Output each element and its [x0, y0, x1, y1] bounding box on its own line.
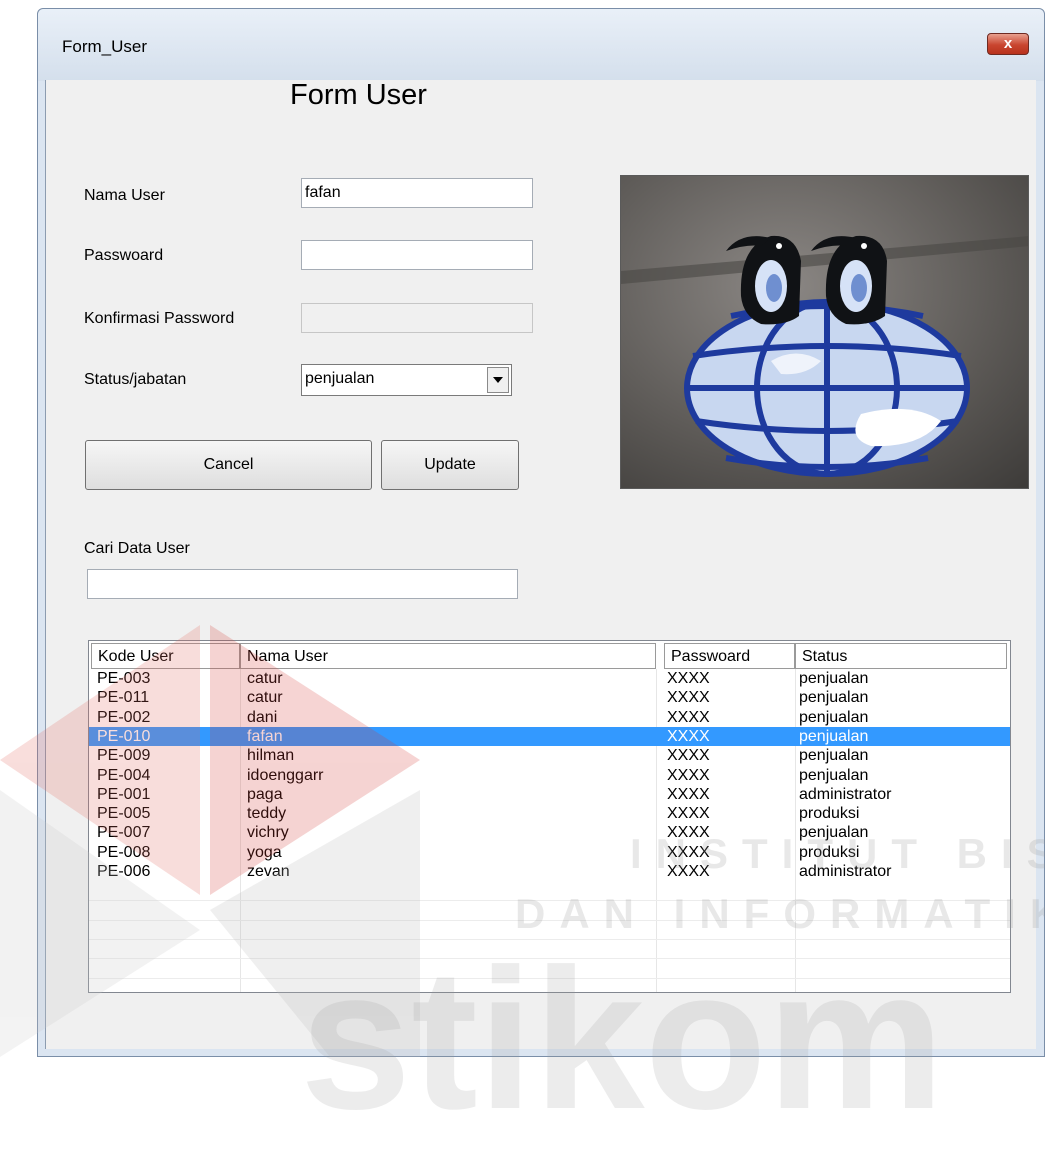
table-row[interactable]: PE-008 yoga XXXX produksi — [89, 843, 1010, 862]
cell-nama-user: hilman — [247, 747, 295, 765]
table-row[interactable]: PE-001 paga XXXX administrator — [89, 785, 1010, 804]
table-row[interactable]: PE-006 zevan XXXX administrator — [89, 862, 1010, 881]
cell-kode-user: PE-005 — [97, 805, 151, 823]
cell-passwoard: XXXX — [667, 863, 710, 880]
cell-kode-user: PE-004 — [97, 766, 151, 784]
table-row[interactable]: PE-003 catur XXXX penjualan — [89, 669, 1010, 688]
cell-nama-user: teddy — [247, 805, 287, 823]
status-jabatan-dropdown[interactable]: penjualan — [301, 364, 512, 396]
table-row[interactable]: PE-009 hilman XXXX penjualan — [89, 746, 1010, 765]
cell-nama-user: vichry — [247, 824, 289, 842]
title-bar[interactable]: Form_User x — [38, 9, 1044, 81]
cell-passwoard: XXXX — [667, 727, 710, 745]
cell-status: penjualan — [799, 727, 869, 745]
close-button[interactable]: x — [987, 33, 1029, 55]
empty-row-line — [89, 919, 1010, 921]
table-row[interactable]: PE-007 vichry XXXX penjualan — [89, 823, 1010, 842]
cell-passwoard: XXXX — [667, 805, 710, 823]
cell-status: penjualan — [799, 670, 869, 687]
empty-row-line — [89, 900, 1010, 902]
cell-status: produksi — [799, 805, 860, 823]
cell-nama-user: catur — [247, 689, 283, 707]
cell-passwoard: XXXX — [667, 747, 710, 765]
cell-status: administrator — [799, 785, 892, 803]
table-row[interactable]: PE-005 teddy XXXX produksi — [89, 804, 1010, 823]
cell-nama-user: paga — [247, 785, 283, 803]
cell-kode-user: PE-009 — [97, 747, 151, 765]
cell-kode-user: PE-011 — [97, 689, 150, 707]
column-header-passwoard[interactable]: Passwoard — [664, 643, 795, 669]
close-icon: x — [1003, 35, 1013, 52]
nama-user-label: Nama User — [84, 187, 165, 204]
password-field[interactable] — [301, 240, 533, 270]
form-heading: Form User — [290, 79, 427, 111]
cell-status: administrator — [799, 863, 892, 880]
update-button[interactable]: Update — [381, 440, 519, 490]
chevron-down-icon — [493, 377, 503, 383]
cell-kode-user: PE-002 — [97, 708, 151, 726]
cell-passwoard: XXXX — [667, 843, 710, 861]
table-row[interactable]: PE-002 dani XXXX penjualan — [89, 708, 1010, 727]
cari-data-user-label: Cari Data User — [84, 540, 190, 557]
user-list-view[interactable]: Kode User Nama User Passwoard Status PE-… — [88, 640, 1011, 993]
table-row[interactable]: PE-010 fafan XXXX penjualan — [89, 726, 1010, 746]
cell-passwoard: XXXX — [667, 708, 710, 726]
search-user-input[interactable] — [87, 569, 518, 599]
cell-passwoard: XXXX — [667, 785, 710, 803]
cell-nama-user: idoenggarr — [247, 766, 324, 784]
table-row[interactable]: PE-011 catur XXXX penjualan — [89, 688, 1010, 707]
cancel-button[interactable]: Cancel — [85, 440, 372, 490]
status-jabatan-label: Status/jabatan — [84, 371, 187, 388]
cell-kode-user: PE-001 — [97, 785, 151, 803]
cell-nama-user: yoga — [247, 843, 282, 861]
window-title: Form_User — [62, 37, 148, 56]
cell-nama-user: dani — [247, 708, 278, 726]
cell-nama-user: zevan — [247, 863, 290, 880]
column-header-kode-user[interactable]: Kode User — [91, 643, 240, 669]
cell-passwoard: XXXX — [667, 670, 710, 687]
table-row[interactable]: PE-004 idoenggarr XXXX penjualan — [89, 766, 1010, 785]
konfirmasi-password-label: Konfirmasi Password — [84, 310, 235, 327]
cell-nama-user: fafan — [247, 727, 283, 745]
cell-status: penjualan — [799, 824, 869, 842]
cell-kode-user: PE-008 — [97, 843, 151, 861]
empty-row-line — [89, 958, 1010, 960]
nama-user-field[interactable] — [301, 178, 533, 208]
cell-kode-user: PE-003 — [97, 670, 151, 687]
empty-row-line — [89, 938, 1010, 940]
cell-status: penjualan — [799, 689, 869, 707]
cell-status: produksi — [799, 843, 860, 861]
cell-passwoard: XXXX — [667, 824, 710, 842]
dropdown-arrow-button[interactable] — [487, 367, 509, 393]
cell-passwoard: XXXX — [667, 689, 710, 707]
status-selected-value: penjualan — [305, 370, 375, 387]
cell-status: penjualan — [799, 766, 869, 784]
cell-kode-user: PE-007 — [97, 824, 151, 842]
cell-status: penjualan — [799, 747, 869, 765]
password-label: Passwoard — [84, 247, 164, 264]
cell-passwoard: XXXX — [667, 766, 710, 784]
cell-kode-user: PE-010 — [97, 727, 151, 745]
list-header: Kode User Nama User Passwoard Status — [89, 641, 1010, 669]
konfirmasi-password-field — [301, 303, 533, 333]
company-logo-picture — [620, 175, 1029, 489]
cell-status: penjualan — [799, 708, 869, 726]
column-header-nama-user[interactable]: Nama User — [240, 643, 656, 669]
cell-kode-user: PE-006 — [97, 863, 151, 880]
empty-row-line — [89, 977, 1010, 979]
column-header-status[interactable]: Status — [795, 643, 1007, 669]
cell-nama-user: catur — [247, 670, 283, 687]
